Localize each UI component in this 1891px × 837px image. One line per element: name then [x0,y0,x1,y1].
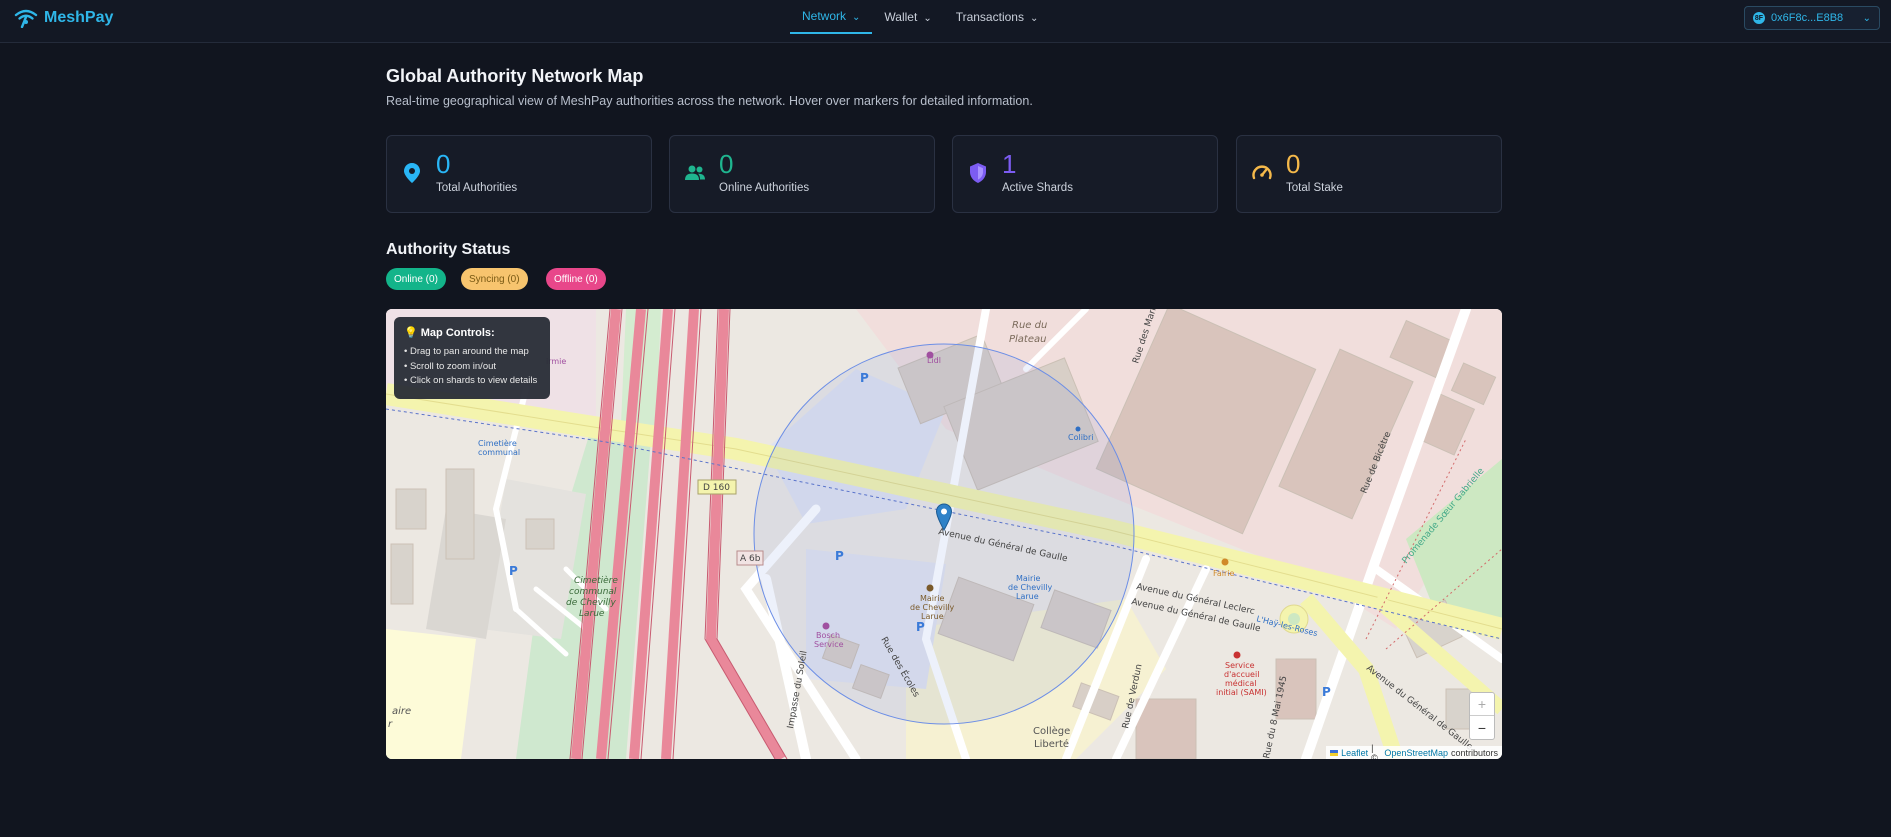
zoom-out-button[interactable]: − [1470,716,1494,739]
poi-label-bosch-1: Bosch [816,631,840,640]
poi-label-mairie-1: Mairie [920,594,945,603]
shield-icon [970,163,986,183]
medical-icon [1233,651,1241,659]
stat-card-total-stake: 0 Total Stake [1236,135,1502,213]
nav-transactions-label: Transactions [955,10,1024,24]
lightbulb-icon: 💡 [404,327,418,339]
stat-value: 1 [1002,149,1017,179]
main-nav: Network ⌄ Wallet ⌄ Transactions ⌄ [790,0,1050,43]
chevron-down-icon: ⌄ [1862,12,1871,24]
status-filter-syncing[interactable]: Syncing (0) [461,268,528,290]
poi-label-samu-3: médical [1225,678,1257,688]
stat-value: 0 [1286,149,1301,179]
map-controls-title-text: Map Controls: [420,327,495,339]
map-controls-panel: 💡 Map Controls: • Drag to pan around the… [394,317,550,399]
map-pin-icon [404,163,420,183]
poi-label-mairie-b-3: Larue [1016,592,1039,601]
poi-label-bosch-2: Service [814,640,844,649]
page-title: Global Authority Network Map [386,66,644,86]
poi-label-samu-2: d'accueil [1224,670,1259,679]
map-controls-line: • Scroll to zoom in/out [404,360,497,372]
chevron-down-icon: ⌄ [1029,12,1039,24]
poi-label-fairie: Fairie [1213,569,1235,578]
map-controls-title: 💡 Map Controls: [404,326,540,339]
gauge-icon [1252,165,1272,180]
ukraine-flag-icon [1330,749,1339,756]
wallet-address: 0x6F8c...E8B8 [1771,12,1844,24]
stat-card-total-authorities: 0 Total Authorities [386,135,652,213]
map-tiles[interactable]: D 160 A 6b Avenue du Général de Gaulle A… [386,309,1502,759]
nav-network-label: Network [802,9,847,23]
attribution-separator: | © [1371,742,1378,760]
authority-status-title: Authority Status [386,241,511,258]
chevron-down-icon: ⌄ [852,11,861,23]
area-label-plateau-1: Rue du [1012,320,1047,331]
brand-name: MeshPay [44,9,114,26]
road-label-a6b: A 6b [740,554,761,564]
area-label-college-2: Liberté [1034,738,1069,750]
area-label-plateau-2: Plateau [1009,334,1046,345]
parking-icon: P [916,620,925,634]
wallet-button[interactable]: 8F 0x6F8c...E8B8 ⌄ [1744,6,1880,30]
parking-icon: P [509,564,518,578]
zoom-in-button[interactable]: + [1470,693,1494,716]
poi-label-mairie-2: de Chevilly [910,603,955,612]
status-filter-offline[interactable]: Offline (0) [546,268,606,290]
map-controls-line: • Drag to pan around the map [404,346,529,357]
shop-icon [926,351,934,359]
network-map[interactable]: D 160 A 6b Avenue du Général de Gaulle A… [386,309,1502,759]
meshpay-logo-icon [14,9,38,28]
car-service-icon [822,622,830,630]
osm-link[interactable]: OpenStreetMap [1384,748,1448,758]
status-filter-online[interactable]: Online (0) [386,268,446,290]
stat-label: Online Authorities [719,182,810,194]
poi-label-cemetery-small-1: Cimetière [478,438,517,448]
stat-value: 0 [436,149,451,179]
area-label-cemetery-2: communal [569,587,617,597]
area-label-cemetery-4: Larue [579,609,605,619]
poi-label-mairie-b-1: Mairie [1016,574,1041,583]
restaurant-icon [1221,558,1229,566]
stat-label: Total Stake [1286,182,1343,194]
poi-label-samu-1: Service [1225,661,1255,670]
stat-value: 0 [719,149,734,179]
poi-label-colibri: Colibri [1068,433,1094,442]
nav-transactions[interactable]: Transactions ⌄ [944,0,1051,34]
parking-icon: P [835,549,844,563]
map-attribution: Leaflet | © OpenStreetMap contributors [1326,742,1502,760]
nav-network[interactable]: Network ⌄ [790,0,873,34]
townhall-icon [926,584,934,592]
parking-icon: P [860,371,869,385]
road-label-d160: D 160 [703,483,730,493]
top-navbar: MeshPay Network ⌄ Wallet ⌄ Transactions … [0,0,1891,43]
stat-label: Active Shards [1002,182,1073,194]
stat-label: Total Authorities [436,182,518,194]
poi-label-samu-4: initial (SAMI) [1216,688,1267,697]
leaflet-link[interactable]: Leaflet [1341,748,1368,758]
nav-wallet[interactable]: Wallet ⌄ [872,0,943,34]
brand[interactable]: MeshPay [14,8,113,28]
area-label-aire-1: aire [392,706,411,717]
stat-card-active-shards: 1 Active Shards [952,135,1218,213]
chevron-down-icon: ⌄ [923,12,932,24]
page-subtitle: Real-time geographical view of MeshPay a… [386,94,1033,108]
authority-marker-pin-icon[interactable] [935,503,953,531]
nav-wallet-label: Wallet [884,10,918,24]
attribution-tail: contributors [1450,747,1498,758]
area-label-cemetery-3: de Chevilly [566,598,616,608]
map-zoom-control: + − [1469,692,1495,740]
map-controls-line: • Click on shards to view details [404,375,538,386]
parking-icon: P [1322,685,1331,699]
school-icon [1075,426,1081,432]
poi-label-mairie-b-2: de Chevilly [1008,583,1053,592]
poi-label-cemetery-small-2: communal [478,448,520,457]
stat-card-online-authorities: 0 Online Authorities [669,135,935,213]
area-label-cemetery-1: Cimetière [574,575,618,586]
users-icon [685,165,705,180]
area-label-college-1: Collège [1033,725,1070,737]
wallet-avatar-icon: 8F [1753,12,1765,24]
